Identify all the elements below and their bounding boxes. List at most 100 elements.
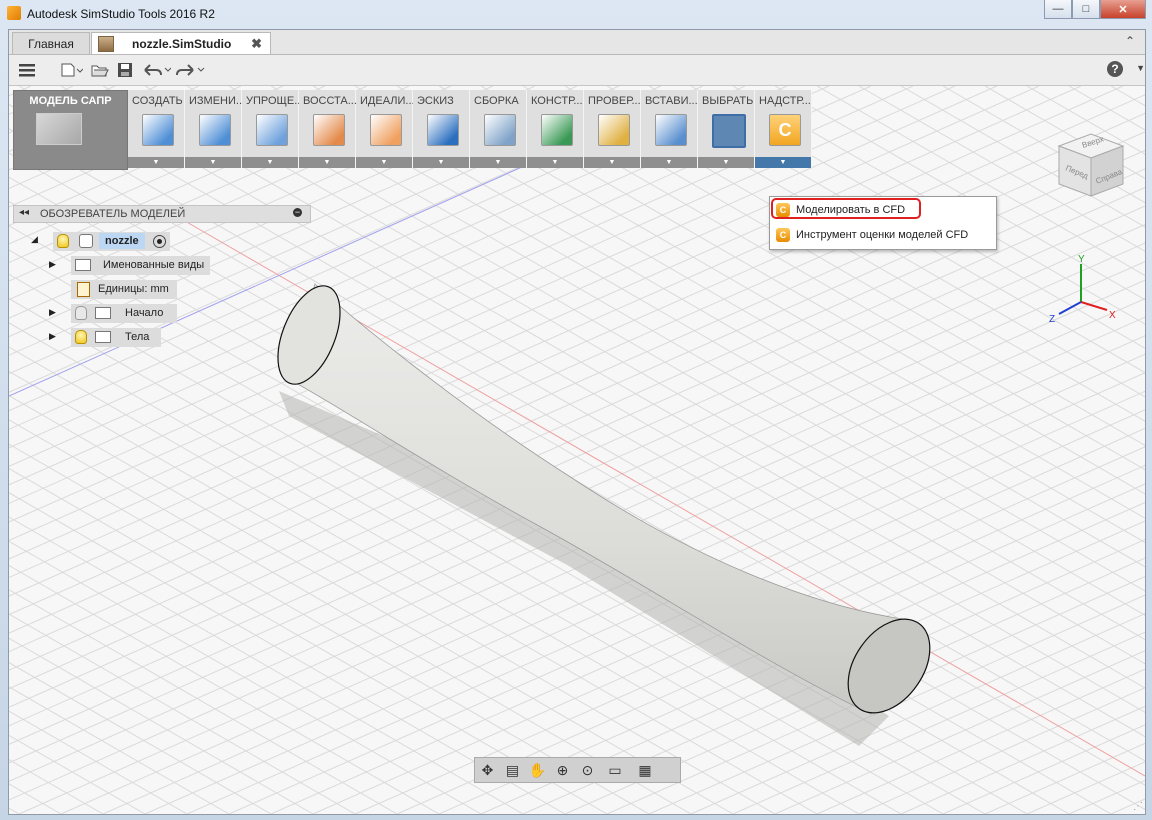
resize-grip-icon[interactable]: ⋰ <box>1133 801 1143 812</box>
folder-icon <box>95 307 111 319</box>
ribbon-dropdown-arrow-icon[interactable]: ▼ <box>356 157 412 168</box>
zoom-window-icon[interactable]: ⊕ <box>550 762 575 779</box>
tab-home[interactable]: Главная <box>12 32 90 54</box>
ribbon-dropdown-arrow-icon[interactable]: ▼ <box>584 157 640 168</box>
ribbon-group-create-box[interactable]: СОЗДАТЬ ▼ <box>128 90 185 168</box>
ribbon-dropdown-arrow-icon[interactable]: ▼ <box>185 157 241 168</box>
component-icon <box>79 234 93 248</box>
ribbon-dropdown-arrow-icon[interactable]: ▼ <box>242 157 298 168</box>
navigation-bar: ✥ ▤ ✋ ⊕ ⊙ ▭ ▦ <box>474 757 681 783</box>
redo-icon[interactable] <box>175 63 205 77</box>
document-tab-bar: Главная nozzle.SimStudio ✖ ⌃ <box>9 30 1145 55</box>
ribbon-group-label: СБОРКА <box>474 95 519 107</box>
pan-icon[interactable]: ✋ <box>525 762 550 779</box>
look-at-icon[interactable]: ▤ <box>500 762 525 779</box>
axis-triad: Y X Z <box>1049 254 1116 325</box>
grid-icon[interactable]: ▦ <box>630 762 660 779</box>
inspect-icon[interactable] <box>598 114 630 146</box>
display-settings-icon[interactable]: ▭ <box>600 762 630 779</box>
visibility-bulb-icon[interactable] <box>75 330 87 344</box>
tree-node-label: Именованные виды <box>103 259 205 271</box>
tree-node-units[interactable]: Единицы: mm <box>49 279 177 299</box>
ribbon-group-modify[interactable]: ИЗМЕНИ... ▼ <box>185 90 243 168</box>
tree-node-root[interactable]: ◢ nozzle <box>31 231 170 251</box>
help-icon[interactable]: ? <box>1107 61 1123 77</box>
ribbon-dropdown-arrow-icon[interactable]: ▼ <box>413 157 469 168</box>
tree-node-body: nozzle <box>53 231 170 251</box>
ribbon-dropdown-arrow-icon[interactable]: ▼ <box>755 157 811 168</box>
ribbon-group-label: УПРОЩЕ... <box>246 95 300 107</box>
restore-icon[interactable] <box>313 114 345 146</box>
maximize-button[interactable]: □ <box>1072 0 1100 19</box>
simplify-icon[interactable] <box>256 114 288 146</box>
tab-close-icon[interactable]: ✖ <box>251 36 262 52</box>
minimize-panel-icon[interactable]: − <box>293 208 302 217</box>
ribbon-dropdown-arrow-icon[interactable]: ▼ <box>299 157 355 168</box>
tab-scroll-icon[interactable]: ⌃ <box>1125 34 1135 48</box>
tab-document[interactable]: nozzle.SimStudio ✖ <box>91 32 271 54</box>
expand-arrow-icon[interactable]: ▶ <box>49 259 56 270</box>
ribbon-group-simplify[interactable]: УПРОЩЕ... ▼ <box>242 90 300 168</box>
collapse-icon[interactable]: ◂◂ <box>19 207 29 218</box>
ribbon-group-assembly[interactable]: СБОРКА ▼ <box>470 90 527 168</box>
workspace-mode-switch[interactable]: МОДЕЛЬ САПР <box>13 90 128 170</box>
select-icon[interactable] <box>712 114 746 148</box>
ribbon-group-label: ИЗМЕНИ... <box>189 95 243 107</box>
sketch-icon[interactable] <box>427 114 459 146</box>
folder-icon <box>95 331 111 343</box>
folder-icon <box>75 259 91 271</box>
ribbon-dropdown-arrow-icon[interactable]: ▼ <box>527 157 583 168</box>
ribbon-group-inspect[interactable]: ПРОВЕР... ▼ <box>584 90 641 168</box>
undo-icon[interactable] <box>143 63 171 77</box>
expand-arrow-icon[interactable]: ▶ <box>49 307 56 318</box>
ribbon-group-construct[interactable]: КОНСТР... ▼ <box>527 90 584 168</box>
tree-node-body: Тела <box>71 327 162 347</box>
help-dropdown-icon[interactable]: ▼ <box>1136 63 1145 73</box>
new-file-icon[interactable] <box>61 63 83 77</box>
tree-node-named-views[interactable]: ▶ Именованные виды <box>49 255 211 275</box>
zoom-fit-icon[interactable]: ⊙ <box>575 762 600 779</box>
tree-node-origin[interactable]: ▶ Начало <box>49 303 178 323</box>
folder-open-icon[interactable] <box>91 63 109 77</box>
nozzle-body[interactable] <box>286 283 910 715</box>
ribbon-group-addins[interactable]: НАДСТР... C ▼ <box>755 90 812 168</box>
3d-viewport[interactable]: МОДЕЛЬ САПР СОЗДАТЬ ▼ ИЗМЕНИ... ▼ УПРОЩЕ... ▼… <box>9 86 1145 814</box>
ribbon-dropdown-arrow-icon[interactable]: ▼ <box>128 157 184 168</box>
tree-node-label: Тела <box>125 331 150 343</box>
visibility-bulb-icon[interactable] <box>57 234 69 248</box>
modify-icon[interactable] <box>199 114 231 146</box>
ribbon-group-label: ЭСКИЗ <box>417 95 454 107</box>
insert-icon[interactable] <box>655 114 687 146</box>
tab-home-label: Главная <box>28 36 74 51</box>
menu-item-cfd-model-assessment[interactable]: C Инструмент оценки моделей CFD <box>774 224 992 246</box>
visibility-bulb-icon[interactable] <box>75 306 87 320</box>
create-box-icon[interactable] <box>142 114 174 146</box>
expand-arrow-icon[interactable]: ▶ <box>49 331 56 342</box>
assembly-icon[interactable] <box>484 114 516 146</box>
ribbon-group-restore[interactable]: ВОССТА... ▼ <box>299 90 357 168</box>
ribbon-dropdown-arrow-icon[interactable]: ▼ <box>470 157 526 168</box>
ribbon-group-select[interactable]: ВЫБРАТЬ ▼ <box>698 90 755 168</box>
tree-node-body: Единицы: mm <box>71 279 177 299</box>
document-icon <box>98 35 114 52</box>
ribbon-dropdown-arrow-icon[interactable]: ▼ <box>698 157 754 168</box>
expand-arrow-icon[interactable]: ◢ <box>31 234 38 245</box>
orbit-icon[interactable]: ✥ <box>475 762 500 779</box>
activate-radio-icon[interactable] <box>152 234 166 248</box>
idealize-icon[interactable] <box>370 114 402 146</box>
menu-item-simulate-cfd[interactable]: C Моделировать в CFD <box>774 199 992 221</box>
tree-node-bodies[interactable]: ▶ Тела <box>49 327 162 347</box>
close-button[interactable]: ✕ <box>1100 0 1146 19</box>
ribbon-group-insert[interactable]: ВСТАВИ... ▼ <box>641 90 698 168</box>
menu-item-label: Инструмент оценки моделей CFD <box>796 229 969 241</box>
save-icon[interactable] <box>117 62 133 78</box>
ribbon-group-idealize[interactable]: ИДЕАЛИ... ▼ <box>356 90 414 168</box>
ribbon-group-sketch[interactable]: ЭСКИЗ ▼ <box>413 90 470 168</box>
construct-icon[interactable] <box>541 114 573 146</box>
model-browser-header[interactable]: ◂◂ ОБОЗРЕВАТЕЛЬ МОДЕЛЕЙ − <box>13 205 311 223</box>
hamburger-icon[interactable] <box>19 63 35 77</box>
ribbon-dropdown-arrow-icon[interactable]: ▼ <box>641 157 697 168</box>
view-cube[interactable]: Вверх Перед Справа <box>1049 126 1129 206</box>
minimize-button[interactable]: — <box>1044 0 1072 19</box>
addins-icon[interactable]: C <box>769 114 801 146</box>
